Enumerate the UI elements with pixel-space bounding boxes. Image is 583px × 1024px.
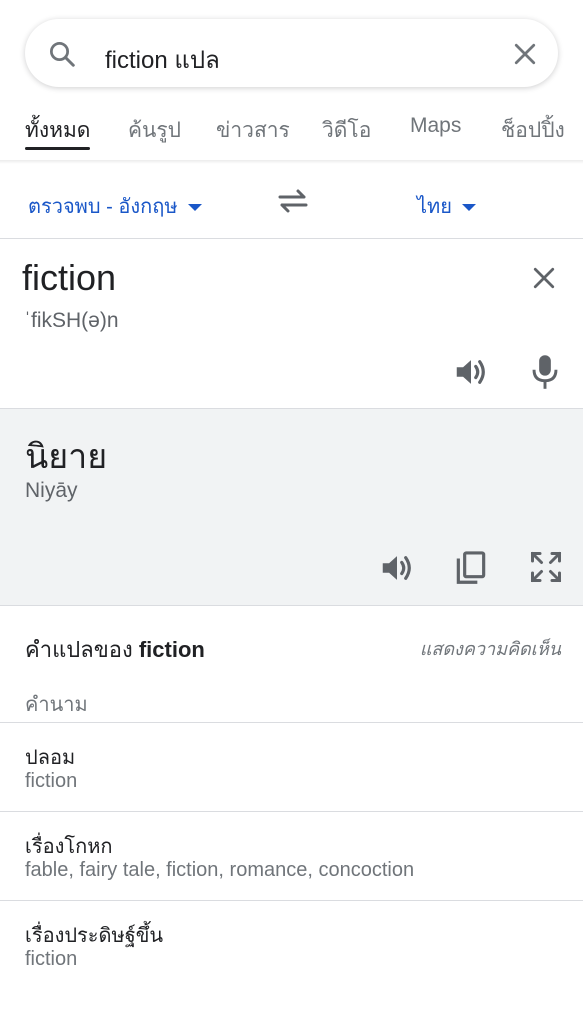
tabs-divider — [0, 160, 583, 164]
source-phonetic: ˈfikSH(ə)n — [24, 309, 119, 332]
translation-synonyms: fable, fairy tale, fiction, romance, con… — [25, 859, 415, 881]
translations-title-word: fiction — [138, 637, 205, 662]
chevron-down-icon — [461, 204, 476, 212]
feedback-link[interactable]: แสดงความคิดเห็น — [420, 634, 561, 663]
target-language-select[interactable]: ไทย — [417, 190, 476, 222]
translations-title-prefix: คำแปลของ — [25, 637, 133, 662]
search-tabs: ทั้งหมด ค้นรูป ข่าวสาร วิดีโอ Maps ช็อปป… — [0, 110, 583, 162]
tab-images[interactable]: ค้นรูป — [128, 114, 181, 147]
tab-shopping[interactable]: ช็อปปิ้ง — [501, 114, 565, 147]
source-language-select[interactable]: ตรวจพบ - อังกฤษ — [28, 190, 202, 222]
close-icon[interactable] — [529, 263, 559, 293]
tab-all[interactable]: ทั้งหมด — [25, 114, 90, 147]
translation-entry: เรื่องโกหก fable, fairy tale, fiction, r… — [0, 811, 583, 900]
translation-entry: ปลอม fiction — [0, 722, 583, 811]
speaker-icon[interactable] — [378, 549, 416, 587]
copy-icon[interactable] — [452, 549, 490, 587]
target-panel: นิยาย Niyāy — [0, 409, 583, 606]
swap-languages-icon[interactable] — [276, 186, 310, 216]
tab-videos[interactable]: วิดีโอ — [322, 114, 371, 147]
translation-synonyms: fiction — [25, 770, 78, 792]
search-bar[interactable]: fiction แปล — [25, 19, 558, 87]
search-query[interactable]: fiction แปล — [105, 40, 220, 79]
clear-search-icon[interactable] — [510, 39, 540, 69]
search-icon[interactable] — [47, 39, 77, 69]
target-language-label: ไทย — [417, 196, 452, 218]
source-language-label: ตรวจพบ - อังกฤษ — [28, 196, 178, 218]
translated-text: นิยาย — [25, 438, 108, 476]
language-bar: ตรวจพบ - อังกฤษ ไทย — [0, 168, 583, 239]
translation-term: ปลอม — [25, 747, 76, 769]
translation-synonyms: fiction — [25, 948, 78, 970]
microphone-icon[interactable] — [530, 353, 560, 391]
tab-maps[interactable]: Maps — [410, 114, 461, 138]
speaker-icon[interactable] — [452, 353, 490, 391]
tab-news[interactable]: ข่าวสาร — [216, 114, 290, 147]
translation-term: เรื่องประดิษฐ์ขึ้น — [25, 925, 164, 947]
translations-title: คำแปลของ fiction — [25, 632, 205, 667]
fullscreen-icon[interactable] — [528, 549, 564, 585]
translation-term: เรื่องโกหก — [25, 836, 113, 858]
source-text[interactable]: fiction — [22, 257, 116, 299]
part-of-speech: คำนาม — [25, 694, 88, 716]
romanization: Niyāy — [25, 479, 78, 502]
translation-entry: เรื่องประดิษฐ์ขึ้น fiction — [0, 900, 583, 989]
chevron-down-icon — [187, 204, 202, 212]
active-tab-indicator — [25, 147, 90, 150]
source-panel: fiction ˈfikSH(ə)n — [0, 239, 583, 409]
